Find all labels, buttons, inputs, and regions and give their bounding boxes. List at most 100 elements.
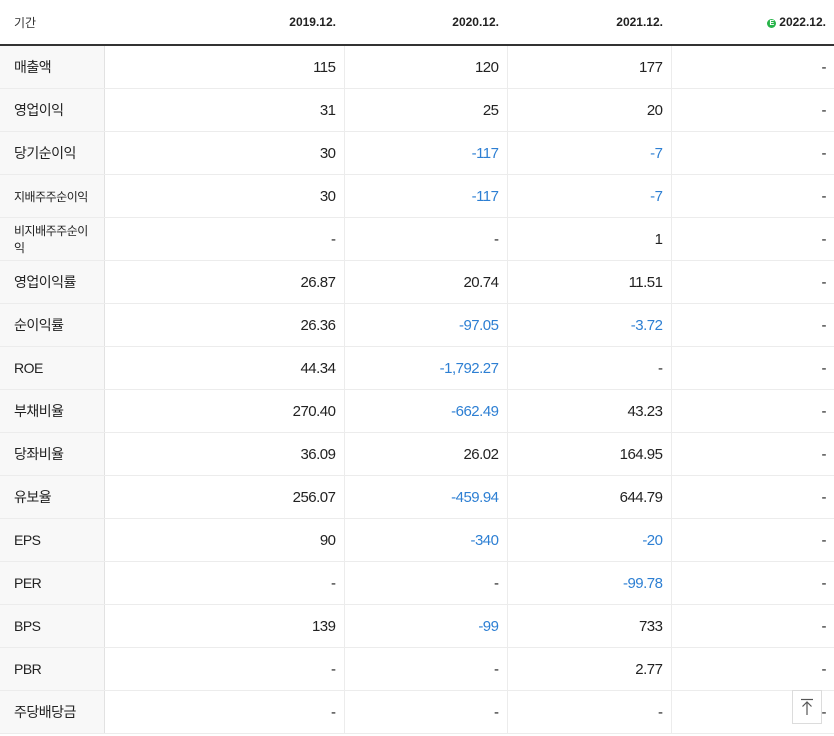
cell-value: 90 [104,518,345,562]
cell-value: 26.02 [344,432,508,476]
cell-value: 139 [104,604,345,648]
cell-value: - [671,389,834,433]
cell-value: - [344,217,508,261]
table-header: 기간 2019.12. 2020.12. 2021.12. E 2022.12. [0,0,834,46]
cell-value: 31 [104,88,345,132]
row-label: 당좌비율 [0,432,105,476]
scroll-top-button[interactable] [792,690,822,724]
row-label: 순이익률 [0,303,105,347]
table-row: 매출액 115 120 177- [0,45,834,89]
cell-value: - [671,604,834,648]
table-row: 비지배주주순이익 - -1- [0,217,834,261]
cell-value: 270.40 [104,389,345,433]
cell-value: 733 [507,604,672,648]
row-label: 유보율 [0,475,105,519]
cell-value: - [671,346,834,390]
cell-value: -340 [344,518,508,562]
period-2019: 2019.12. [104,0,344,46]
cell-value: - [671,45,834,89]
cell-value: - [104,647,345,691]
cell-value: - [507,690,672,734]
row-label: 지배주주순이익 [0,174,105,218]
cell-value: -117 [344,131,508,175]
cell-value: -7 [507,131,672,175]
table-row: 당기순이익 30 -117 -7- [0,131,834,175]
cell-value: -7 [507,174,672,218]
cell-value: - [671,174,834,218]
cell-value: 1 [507,217,672,261]
cell-value: 115 [104,45,345,89]
cell-value: - [344,647,508,691]
cell-value: - [507,346,672,390]
cell-value: 20.74 [344,260,508,304]
period-2022-label: 2022.12. [779,15,826,29]
row-label: 영업이익률 [0,260,105,304]
table-row: 주당배당금 - - - - [0,690,834,734]
period-2021: 2021.12. [507,0,671,46]
table-row: BPS 139 -99 733- [0,604,834,648]
cell-value: 26.36 [104,303,345,347]
cell-value: - [671,432,834,476]
table-body: 매출액 115 120 177- 영업이익 31 25 20- 당기순이익 30 -117 -7- 지배… [0,45,834,734]
cell-value: -99.78 [507,561,672,605]
arrow-up-to-line-icon [801,698,813,715]
cell-value: -20 [507,518,672,562]
cell-value: 43.23 [507,389,672,433]
table-row: 순이익률 26.36 -97.05 -3.72- [0,303,834,347]
table-row: 유보율 256.07 -459.94 644.79- [0,475,834,519]
cell-value: 26.87 [104,260,345,304]
table-row: 지배주주순이익 30 -117 -7- [0,174,834,218]
row-label: 매출액 [0,45,105,89]
cell-value: - [344,561,508,605]
table-row: PBR - -2.77- [0,647,834,691]
row-label: PBR [0,647,105,691]
table-row: ROE 44.34 -1,792.27- - [0,346,834,390]
cell-value: 30 [104,174,345,218]
cell-value: - [104,690,345,734]
cell-value: - [671,475,834,519]
row-label: EPS [0,518,105,562]
cell-value: - [671,647,834,691]
row-label: 부채비율 [0,389,105,433]
row-label: 당기순이익 [0,131,105,175]
cell-value: 2.77 [507,647,672,691]
cell-value: -1,792.27 [344,346,508,390]
cell-value: 256.07 [104,475,345,519]
estimate-badge-icon: E [767,19,777,28]
cell-value: 120 [344,45,508,89]
cell-value: -662.49 [344,389,508,433]
cell-value: - [671,260,834,304]
cell-value: - [104,217,345,261]
cell-value: 25 [344,88,508,132]
cell-value: 20 [507,88,672,132]
table-row: 당좌비율 36.09 26.02 164.95- [0,432,834,476]
table-row: 부채비율 270.40 -662.49 43.23- [0,389,834,433]
cell-value: 164.95 [507,432,672,476]
cell-value: - [671,561,834,605]
cell-value: - [671,131,834,175]
period-label: 기간 [0,0,104,46]
period-2020: 2020.12. [344,0,507,46]
cell-value: - [671,217,834,261]
row-label: BPS [0,604,105,648]
cell-value: -117 [344,174,508,218]
cell-value: -459.94 [344,475,508,519]
row-label: 영업이익 [0,88,105,132]
row-label: 주당배당금 [0,690,105,734]
cell-value: 177 [507,45,672,89]
cell-value: - [671,518,834,562]
cell-value: -99 [344,604,508,648]
cell-value: - [104,561,345,605]
cell-value: - [671,88,834,132]
cell-value: 11.51 [507,260,672,304]
cell-value: 30 [104,131,345,175]
cell-value: 44.34 [104,346,345,390]
row-label: ROE [0,346,105,390]
table-row: EPS 90 -340 -20- [0,518,834,562]
table-row: 영업이익 31 25 20- [0,88,834,132]
row-label: 비지배주주순이익 [0,217,105,261]
row-label: PER [0,561,105,605]
table-row: 영업이익률 26.87 20.74 11.51- [0,260,834,304]
cell-value: -3.72 [507,303,672,347]
cell-value: 36.09 [104,432,345,476]
